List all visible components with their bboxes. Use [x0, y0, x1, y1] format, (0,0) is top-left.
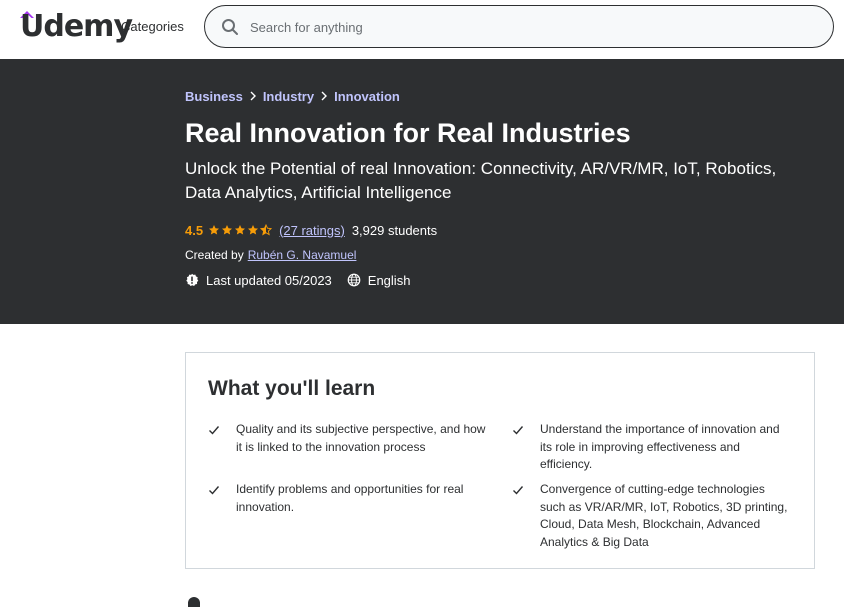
course-meta-row: Last updated 05/2023 English — [185, 271, 410, 289]
udemy-logo[interactable]: Udemy — [20, 8, 133, 46]
chevron-right-icon — [250, 91, 256, 101]
course-subtitle: Unlock the Potential of real Innovation:… — [185, 159, 777, 202]
learning-objective-item: Convergence of cutting-edge technologies… — [512, 481, 790, 551]
check-icon — [513, 486, 524, 495]
course-language: English — [367, 272, 411, 288]
check-icon — [209, 426, 220, 435]
learning-objective-text: Identify problems and opportunities for … — [236, 482, 464, 514]
rating-stars — [208, 224, 273, 236]
next-section-heading-fragment — [188, 597, 200, 607]
star-icon — [209, 225, 220, 235]
check-icon — [513, 426, 524, 435]
top-navigation-bar: Udemy Categories — [0, 0, 844, 59]
learning-objective-item: Understand the importance of innovation … — [512, 421, 790, 474]
breadcrumb-innovation[interactable]: Innovation — [334, 89, 400, 104]
ratings-count-link[interactable]: (27 ratings) — [279, 223, 345, 238]
breadcrumb-industry[interactable]: Industry — [263, 89, 314, 104]
created-by-label: Created by — [185, 248, 244, 262]
learning-objective-item: Quality and its subjective perspective, … — [208, 421, 486, 456]
star-icon — [222, 225, 233, 235]
rating-value: 4.5 — [185, 222, 204, 238]
learning-objective-text: Quality and its subjective perspective, … — [236, 422, 486, 454]
star-icon — [235, 225, 246, 235]
breadcrumb: Business Industry Innovation — [185, 88, 400, 104]
chevron-right-icon — [243, 88, 263, 104]
search-input[interactable] — [250, 16, 810, 38]
learning-objective-text: Understand the importance of innovation … — [540, 422, 780, 471]
last-updated: Last updated 05/2023 — [206, 272, 332, 288]
chevron-right-icon — [321, 91, 328, 101]
search-icon[interactable] — [221, 18, 239, 36]
globe-icon — [347, 273, 361, 287]
search-bar[interactable] — [204, 5, 834, 48]
chevron-right-icon — [314, 88, 334, 104]
learning-objective-text: Convergence of cutting-edge technologies… — [540, 482, 788, 549]
created-by-row: Created by Rubén G. Navamuel — [185, 247, 356, 263]
check-icon — [209, 486, 220, 495]
what-youll-learn-title: What you'll learn — [208, 377, 376, 400]
learning-objective-item: Identify problems and opportunities for … — [208, 481, 486, 516]
students-count: 3,929 students — [351, 222, 438, 238]
what-youll-learn-panel: What you'll learn Quality and its subjec… — [185, 352, 815, 569]
star-icon — [248, 225, 259, 235]
half-star-icon — [260, 224, 273, 236]
course-hero-section: Business Industry Innovation Real Innova… — [0, 59, 844, 324]
instructor-link[interactable]: Rubén G. Navamuel — [248, 248, 357, 262]
alert-badge-icon — [186, 273, 199, 287]
rating-summary: 4.5 (27 ratings) 3,929 students — [185, 221, 437, 239]
course-title: Real Innovation for Real Industries — [185, 118, 631, 148]
breadcrumb-business[interactable]: Business — [185, 89, 243, 104]
categories-menu-button[interactable]: Categories — [121, 18, 184, 36]
